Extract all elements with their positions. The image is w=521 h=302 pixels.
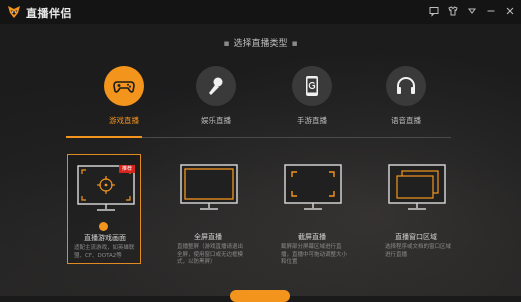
region-capture-icon [284,164,342,210]
type-label: 游戏直播 [109,116,139,125]
mode-desc: 直播整屏（游戏直播请退出全屏，使用窗口或无边框模式，以防黑屏） [177,244,244,265]
phone-icon [306,76,318,96]
bullet-icon: ▪ [223,39,230,49]
window-capture-icon [388,164,446,210]
type-mobile-game-live[interactable]: 手游直播 [282,66,342,136]
mode-region-capture[interactable]: 截屏直播 截屏部分屏幕区域进行直播，直播中可拖动调整大小和位置 [275,154,349,265]
microphone-icon [209,77,223,95]
minimize-icon[interactable] [485,5,497,17]
mode-title: 直播游戏画面 [84,234,126,242]
recommended-badge: 推荐 [119,165,135,173]
mode-desc: 截屏部分屏幕区域进行直播，直播中可拖动调整大小和位置 [281,244,348,265]
bullet-icon: ▪ [291,39,298,49]
type-icon-circle [104,66,144,106]
section-title: ▪ 选择直播类型 ▪ [0,36,521,49]
type-label: 娱乐直播 [201,116,231,125]
selected-check-icon [99,222,108,236]
menu-icon[interactable] [466,5,478,17]
message-icon[interactable] [428,5,440,17]
type-game-live[interactable]: 游戏直播 [94,66,154,136]
title-bar: 直播伴侣 [0,0,521,24]
type-voice-live[interactable]: 语音直播 [376,66,436,136]
close-icon[interactable] [504,5,516,17]
type-label: 语音直播 [391,116,421,125]
mode-desc: 选择程序或文档的窗口区域进行直播 [385,244,452,258]
start-button[interactable] [230,290,290,302]
section-title-text: 选择直播类型 [233,39,288,49]
type-label: 手游直播 [297,116,327,125]
mode-window-capture[interactable]: 直播窗口区域 选择程序或文档的窗口区域进行直播 [379,154,453,264]
type-entertainment-live[interactable]: 娱乐直播 [186,66,246,136]
type-icon-circle [386,66,426,106]
mode-desc: 适配主流游戏，如英雄联盟、CF、DOTA2等 [74,245,135,259]
mode-fullscreen[interactable]: 全屏直播 直播整屏（游戏直播请退出全屏，使用窗口或无边框模式，以防黑屏） [171,154,245,265]
fullscreen-icon [180,164,238,210]
skin-icon[interactable] [447,5,459,17]
active-tab-indicator [66,136,142,138]
app-title: 直播伴侣 [26,7,72,20]
mode-title: 全屏直播 [194,233,222,241]
type-icon-circle [196,66,236,106]
headphones-icon [397,77,415,94]
app-logo-icon [8,6,20,18]
mode-title: 直播窗口区域 [395,233,437,241]
divider [142,137,451,138]
mode-game-capture[interactable]: 推荐 直播游戏画面 适配主流游戏，如英雄联盟、CF、DOTA2等 [67,154,141,264]
mode-title: 截屏直播 [298,233,326,241]
gamepad-icon [113,81,135,93]
type-icon-circle [292,66,332,106]
